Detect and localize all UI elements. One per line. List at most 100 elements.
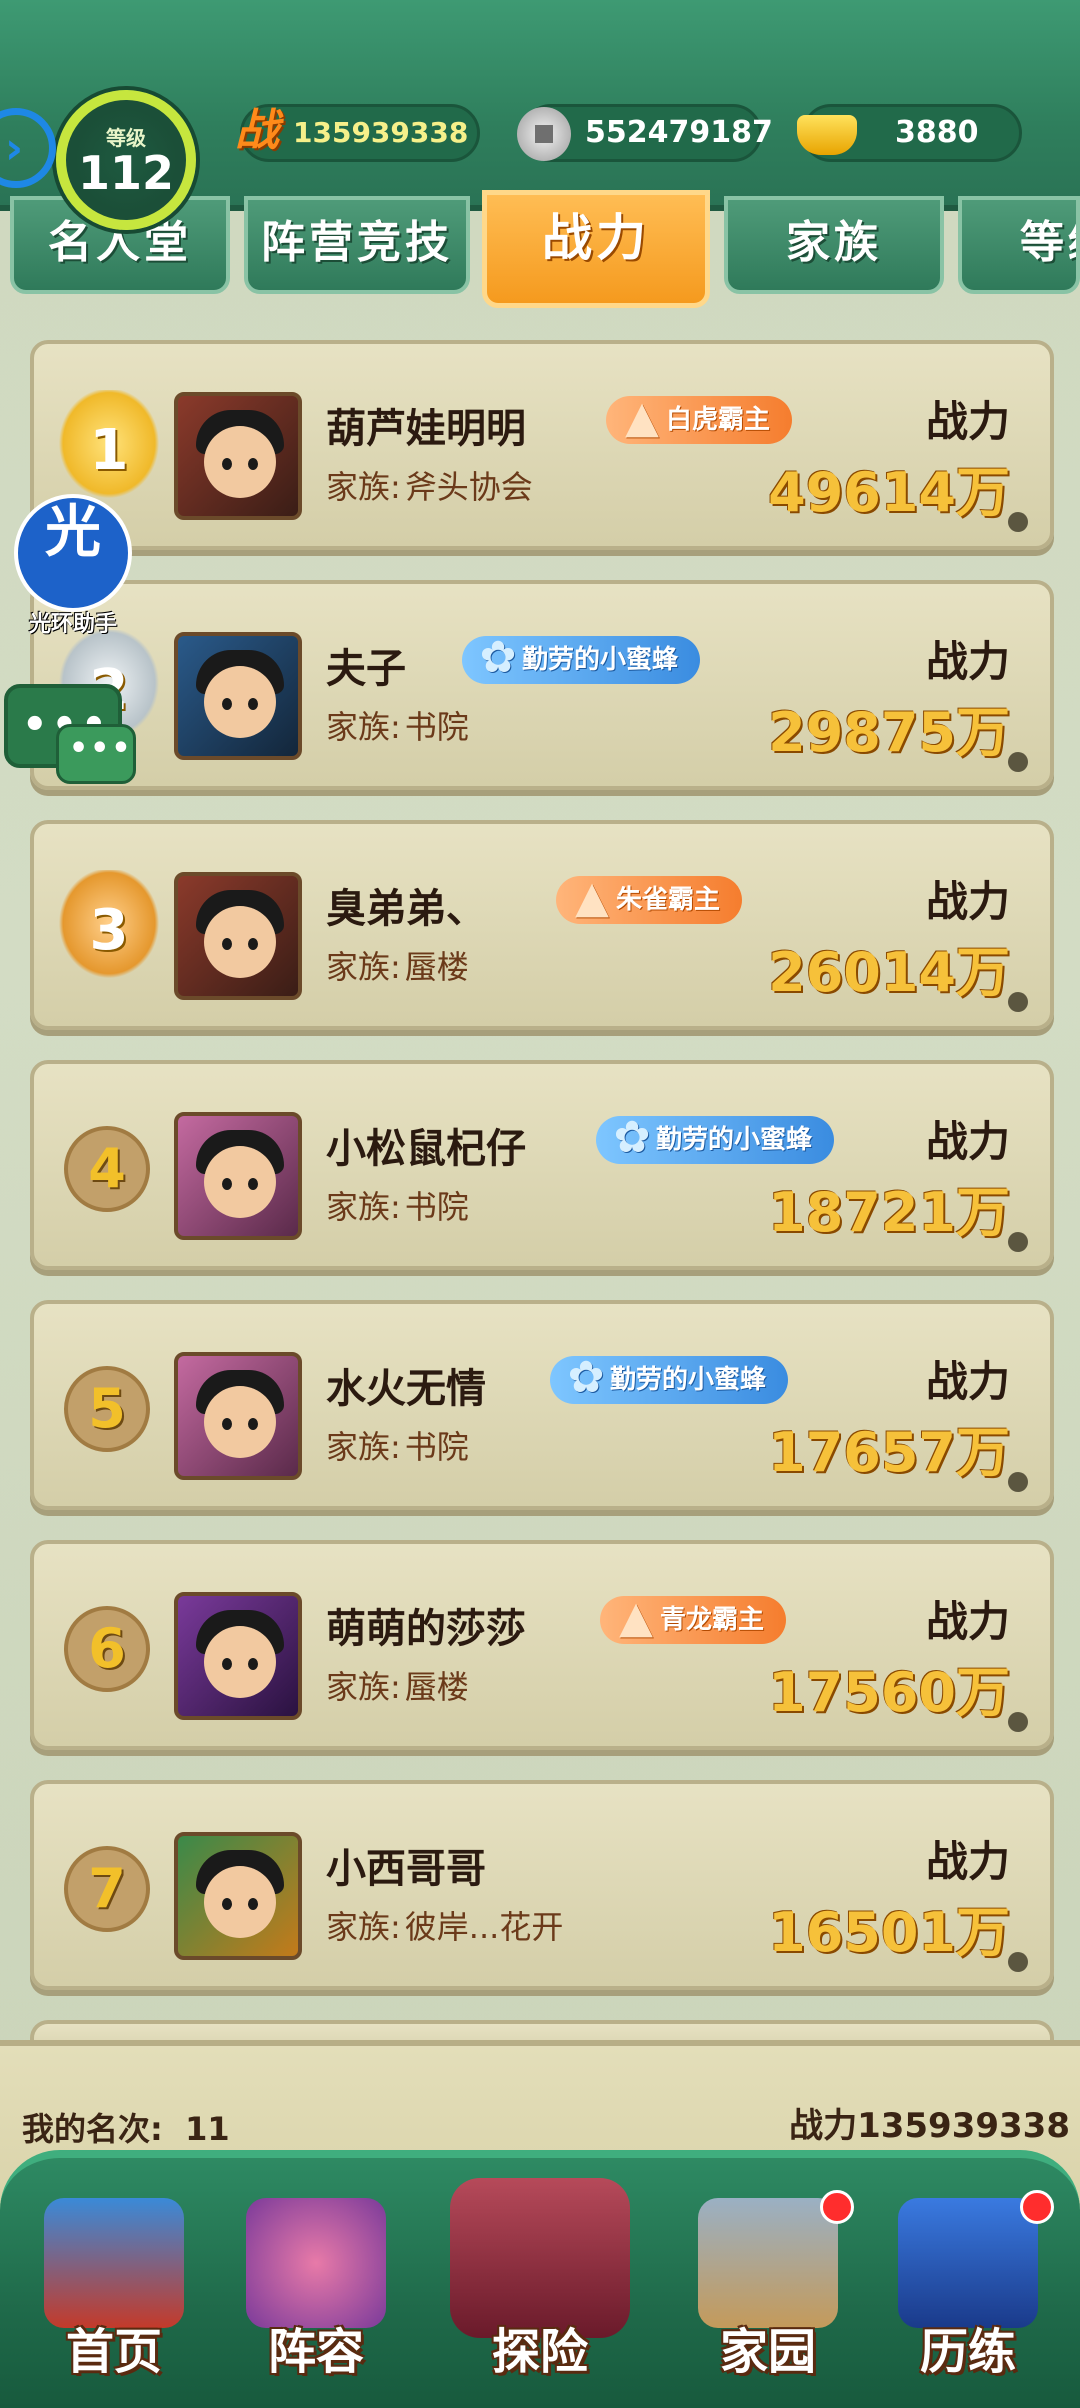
avatar	[174, 1352, 302, 1480]
gold-value: 3880	[895, 115, 979, 150]
nav-training[interactable]: 历练	[868, 2178, 1068, 2408]
player-name: 臭弟弟、	[326, 886, 486, 932]
corner-dot	[1008, 992, 1028, 1012]
power-value: 26014万	[768, 941, 1010, 1004]
ranking-row[interactable]: 3 臭弟弟、 ▲ 朱雀霸主 家族: 蜃楼 战力 26014万	[30, 820, 1054, 1030]
mountain-icon: ▲	[619, 1592, 653, 1643]
halo-icon: 光	[45, 500, 101, 565]
ranking-row[interactable]: 1 葫芦娃明明 ▲ 白虎霸主 家族: 斧头协会 战力 49614万	[30, 340, 1054, 550]
halo-assistant-button[interactable]: 光 光环助手	[14, 494, 132, 637]
power-value: 135939338	[293, 116, 469, 149]
ranking-row[interactable]: 7 小西哥哥 家族: 彼岸...花开 战力 16501万	[30, 1780, 1054, 1990]
mountain-icon: ▲	[575, 872, 609, 923]
player-name: 夫子	[326, 646, 406, 692]
corner-dot	[1008, 1472, 1028, 1492]
nav-explore[interactable]: 探险	[440, 2178, 640, 2408]
silver-resource[interactable]: 552479187	[517, 104, 773, 162]
silver-coin-icon	[517, 107, 571, 161]
training-mountain-icon	[898, 2198, 1038, 2328]
tab-power[interactable]: 战力	[482, 190, 710, 308]
level-value: 112	[77, 146, 175, 200]
player-name: 小西哥哥	[326, 1846, 486, 1892]
power-label: 战力	[925, 1597, 1010, 1646]
ranking-row[interactable]: 4 小松鼠杞仔 ✿ 勤劳的小蜜蜂 家族: 书院 战力 18721万	[30, 1060, 1054, 1270]
avatar	[174, 1592, 302, 1720]
rank-number: 7	[64, 1846, 150, 1932]
title-badge: ✿ 勤劳的小蜜蜂	[550, 1352, 789, 1404]
battle-power-icon: 战	[235, 105, 279, 156]
title-badge: ▲ 青龙霸主	[600, 1592, 787, 1644]
power-value: 49614万	[768, 461, 1010, 524]
family-info: 家族: 书院	[326, 708, 469, 746]
chat-secondary-icon: •••	[56, 724, 136, 784]
family-info: 家族: 书院	[326, 1188, 469, 1226]
title-badge: ✿ 勤劳的小蜜蜂	[462, 632, 701, 684]
homestead-house-icon	[698, 2198, 838, 2328]
ranking-row[interactable]: 6 萌萌的莎莎 ▲ 青龙霸主 家族: 蜃楼 战力 17560万	[30, 1540, 1054, 1750]
rank-number: 4	[64, 1126, 150, 1212]
power-label: 战力	[925, 1357, 1010, 1406]
tab-family[interactable]: 家族	[724, 196, 944, 294]
bee-icon: ✿	[613, 1112, 651, 1163]
bronze-trophy-icon: 3	[50, 870, 168, 988]
top-status-bar: › 等级 112 战 135939338 552479187 3880	[0, 0, 1080, 230]
power-value: 18721万	[768, 1181, 1010, 1244]
avatar	[174, 632, 302, 760]
my-power: 战力135939338	[789, 2106, 1070, 2146]
power-label: 战力	[925, 1117, 1010, 1166]
nav-lineup[interactable]: 阵容	[216, 2178, 416, 2408]
notification-dot	[1020, 2190, 1054, 2224]
rank-number: 5	[64, 1366, 150, 1452]
silver-value: 552479187	[585, 115, 773, 150]
ranking-row[interactable]: 5 水火无情 ✿ 勤劳的小蜜蜂 家族: 书院 战力 17657万	[30, 1300, 1054, 1510]
avatar	[174, 1112, 302, 1240]
rank-number: 6	[64, 1606, 150, 1692]
avatar	[174, 872, 302, 1000]
gold-resource[interactable]: 3880	[797, 104, 1022, 162]
my-rank: 我的名次: 11	[22, 2110, 230, 2148]
power-value: 17560万	[768, 1661, 1010, 1724]
level-badge[interactable]: 等级 112	[56, 90, 196, 230]
family-info: 家族: 蜃楼	[326, 948, 469, 986]
power-value: 17657万	[768, 1421, 1010, 1484]
power-value: 16501万	[768, 1901, 1010, 1964]
player-name: 水火无情	[326, 1366, 486, 1412]
notification-dot	[820, 2190, 854, 2224]
family-info: 家族: 蜃楼	[326, 1668, 469, 1706]
title-badge: ▲ 白虎霸主	[606, 392, 793, 444]
bottom-navigation: 首页 阵容 探险 家园 历练	[0, 2150, 1080, 2408]
mountain-icon: ▲	[625, 392, 659, 443]
gourd-team-icon	[246, 2198, 386, 2328]
corner-dot	[1008, 512, 1028, 532]
corner-dot	[1008, 752, 1028, 772]
back-button[interactable]: ›	[0, 108, 56, 188]
nav-homestead[interactable]: 家园	[668, 2178, 868, 2408]
player-name: 萌萌的莎莎	[326, 1606, 526, 1652]
power-value: 29875万	[768, 701, 1010, 764]
player-name: 小松鼠杞仔	[326, 1126, 526, 1172]
family-info: 家族: 斧头协会	[326, 468, 533, 506]
bee-icon: ✿	[479, 632, 517, 683]
corner-dot	[1008, 1952, 1028, 1972]
title-badge: ✿ 勤劳的小蜜蜂	[596, 1112, 835, 1164]
power-resource: 战 135939338	[235, 104, 480, 162]
bee-icon: ✿	[567, 1352, 605, 1403]
nav-home[interactable]: 首页	[14, 2178, 214, 2408]
player-name: 葫芦娃明明	[326, 406, 526, 452]
power-label: 战力	[925, 1837, 1010, 1886]
avatar	[174, 1832, 302, 1960]
arrow-right-icon: ›	[5, 123, 24, 174]
corner-dot	[1008, 1712, 1028, 1732]
my-power-value: 135939338	[857, 2106, 1070, 2146]
tab-camp-arena[interactable]: 阵营竞技	[244, 196, 470, 294]
power-label: 战力	[925, 637, 1010, 686]
corner-dot	[1008, 1232, 1028, 1252]
power-label: 战力	[925, 877, 1010, 926]
family-info: 家族: 书院	[326, 1428, 469, 1466]
my-rank-value: 11	[185, 2110, 230, 2148]
gold-trophy-icon: 1	[50, 390, 168, 508]
tab-level[interactable]: 等级	[958, 196, 1080, 294]
gold-ingot-icon	[797, 115, 857, 155]
avatar	[174, 392, 302, 520]
ranking-row[interactable]: 2 夫子 ✿勤劳的小蜜蜂 家族:书院 战力 29875万	[30, 580, 1054, 790]
